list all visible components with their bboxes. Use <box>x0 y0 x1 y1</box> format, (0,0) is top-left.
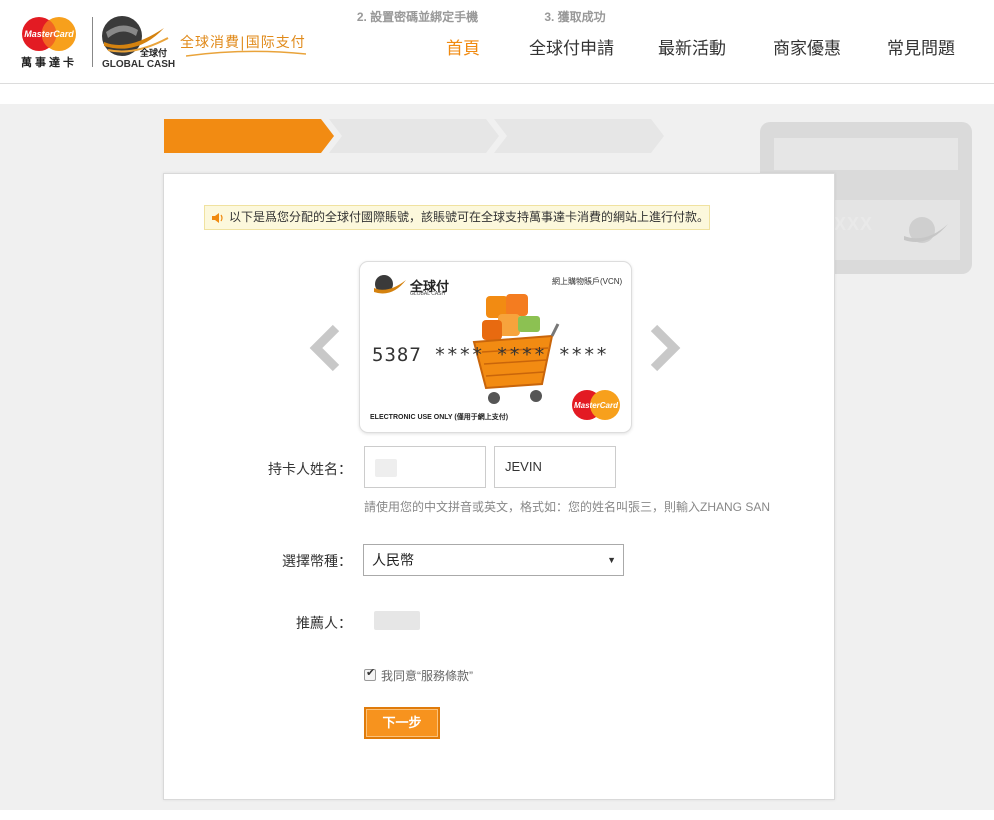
agree-terms-checkbox[interactable]: ✔ <box>364 667 376 681</box>
account-notice: 以下是爲您分配的全球付國際賬號，該賬號可在全球支持萬事達卡消費的網站上進行付款。 <box>204 205 710 230</box>
card-usage-note: ELECTRONIC USE ONLY (僅用于網上支付) <box>370 414 509 421</box>
svg-text:全球付: 全球付 <box>139 47 167 58</box>
dropdown-caret-icon: ▼ <box>607 555 616 565</box>
site-header: MasterCard 萬事達卡 全球付 GLOBAL CASH 全球消費|国际支… <box>0 0 994 84</box>
step-3-success: 3. 獲取成功 <box>544 10 606 24</box>
step-1-fill-account-info: 1. 填寫賬戶信息 <box>203 10 290 24</box>
referrer-blurred-value <box>374 611 420 630</box>
svg-text:MasterCard: MasterCard <box>574 401 619 410</box>
virtual-card: 全球付 GLOBAL CASH 網上購物賬戶(VCN) 5387 **** **… <box>359 261 632 433</box>
card-account-type: 網上購物賬戶(VCN) <box>552 277 623 286</box>
speaker-icon <box>212 213 223 223</box>
nav-events[interactable]: 最新活動 <box>658 34 726 59</box>
surname-blurred-value <box>375 459 397 477</box>
globalcash-en-label: GLOBAL CASH <box>102 59 176 70</box>
svg-text:MasterCard: MasterCard <box>24 29 74 39</box>
account-notice-text: 以下是爲您分配的全球付國際賬號，該賬號可在全球支持萬事達卡消費的網站上進行付款。 <box>229 210 710 224</box>
surname-input[interactable] <box>364 446 486 488</box>
agree-terms-label[interactable]: 我同意“服務條款” <box>381 667 473 684</box>
background-globe-icon <box>904 217 948 243</box>
cardholder-name-label: 持卡人姓名： <box>268 461 352 477</box>
nav-apply[interactable]: 全球付申請 <box>529 34 614 59</box>
card-number: 5387 **** **** **** <box>372 344 609 366</box>
referrer-label: 推薦人： <box>296 615 352 631</box>
card-globalcash-logo <box>374 275 406 294</box>
chevron-right-icon[interactable] <box>648 322 684 374</box>
background-card-masked-text: XXX <box>834 214 874 234</box>
mastercard-logo[interactable]: MasterCard <box>19 15 79 53</box>
card-brand-sub: GLOBAL CASH <box>410 291 446 297</box>
slogan-text: 全球消費|国际支付 <box>180 35 306 51</box>
currency-select[interactable]: 人民幣 ▼ <box>363 544 624 576</box>
background-card-stripe <box>774 138 958 170</box>
mastercard-cn-label: 萬事達卡 <box>21 57 77 69</box>
logo-divider <box>92 17 93 67</box>
chevron-left-icon[interactable] <box>306 322 342 374</box>
checkmark-icon: ✔ <box>366 667 376 679</box>
card-mastercard-logo: MasterCard <box>572 390 620 420</box>
step-2-set-password: 2. 設置密碼並綁定手機 <box>356 10 479 24</box>
step-2-shape <box>329 119 499 153</box>
nav-merchant-offers[interactable]: 商家優惠 <box>773 34 841 59</box>
nav-home[interactable]: 首頁 <box>446 34 480 59</box>
next-step-button[interactable]: 下一步 <box>364 707 440 739</box>
step-1-shape <box>164 119 334 153</box>
slogan-swoosh <box>186 50 306 57</box>
name-format-hint: 請使用您的中文拼音或英文，格式如：您的姓名叫張三，則輸入ZHANG SAN <box>364 500 771 514</box>
step-3-shape <box>494 119 664 153</box>
given-name-input[interactable]: JEVIN <box>494 446 616 488</box>
steps-bar <box>164 119 664 153</box>
currency-selected-value: 人民幣 <box>372 552 414 568</box>
currency-label: 選擇幣種： <box>282 553 352 569</box>
nav-faq[interactable]: 常見問題 <box>887 34 955 59</box>
